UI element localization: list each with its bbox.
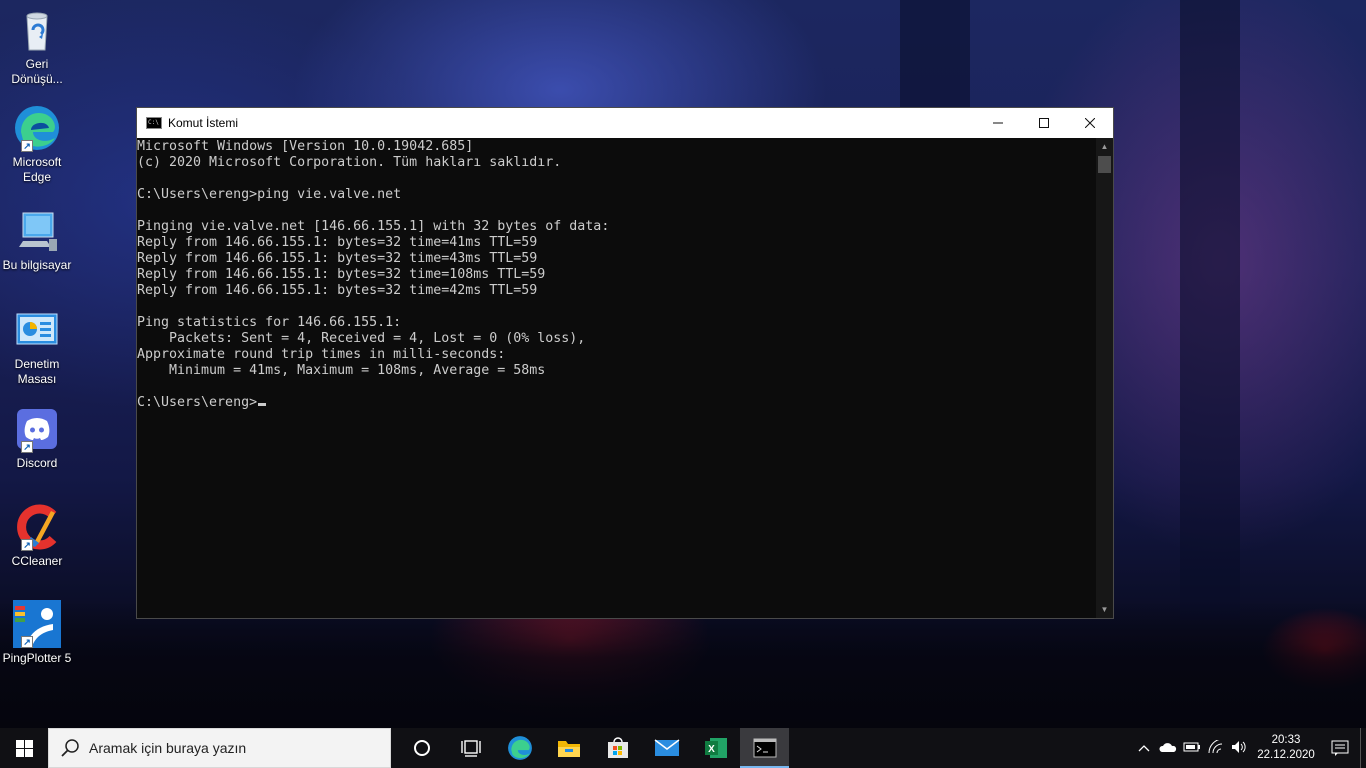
task-view-button[interactable]	[446, 728, 495, 768]
vertical-scrollbar[interactable]: ▲ ▼	[1096, 138, 1113, 618]
shortcut-arrow-icon: ↗	[21, 441, 33, 453]
taskbar-edge[interactable]	[495, 728, 544, 768]
console-line: Reply from 146.66.155.1: bytes=32 time=1…	[137, 267, 546, 282]
taskbar: Aramak için buraya yazın X 20:33 22.12.2…	[0, 728, 1366, 768]
desktop-icon-label: CCleaner	[11, 554, 63, 568]
maximize-button[interactable]	[1021, 108, 1067, 138]
clock-time: 20:33	[1271, 734, 1301, 746]
taskbar-file-explorer[interactable]	[544, 728, 593, 768]
desktop-icon-this-pc[interactable]: Bu bilgisayar	[2, 207, 72, 273]
notification-icon	[1331, 740, 1349, 756]
minimize-icon	[993, 122, 1003, 124]
chevron-up-icon[interactable]	[1132, 741, 1156, 755]
console-line: Ping statistics for 146.66.155.1:	[137, 315, 402, 330]
cortana-icon	[413, 740, 430, 756]
window-titlebar[interactable]: C:\ Komut İstemi	[137, 108, 1113, 138]
console-line: Minimum = 41ms, Maximum = 108ms, Average…	[137, 363, 546, 378]
close-icon	[1085, 118, 1095, 128]
ccleaner-icon: ↗	[13, 503, 61, 551]
shortcut-arrow-icon: ↗	[21, 140, 33, 152]
console-line: Pinging vie.valve.net [146.66.155.1] wit…	[137, 219, 610, 234]
search-input[interactable]: Aramak için buraya yazın	[48, 728, 391, 768]
desktop-icon-label: Discord	[16, 456, 58, 470]
text-cursor	[258, 403, 267, 406]
clock[interactable]: 20:33 22.12.2020	[1252, 733, 1320, 763]
console-line: Microsoft Windows [Version 10.0.19042.68…	[137, 139, 474, 154]
desktop-icon-label: PingPlotter 5	[2, 651, 72, 665]
start-button[interactable]	[0, 728, 48, 768]
control-panel-icon	[13, 306, 61, 354]
minimize-button[interactable]	[975, 108, 1021, 138]
desktop-icon-pingplotter[interactable]: ↗ PingPlotter 5	[2, 600, 72, 666]
cmd-window-icon: C:\	[146, 117, 162, 129]
recycle-bin-icon	[13, 6, 61, 54]
search-icon	[61, 738, 81, 758]
desktop-icon-label: Geri Dönüşü...	[11, 57, 63, 86]
desktop-icon-discord[interactable]: ↗ Discord	[2, 405, 72, 471]
clock-date: 22.12.2020	[1257, 749, 1315, 761]
console-line: Packets: Sent = 4, Received = 4, Lost = …	[137, 331, 586, 346]
notifications-button[interactable]	[1320, 740, 1360, 756]
search-placeholder: Aramak için buraya yazın	[89, 740, 247, 756]
desktop-icon-label: Denetim Masası	[14, 357, 60, 386]
file-explorer-icon	[557, 741, 580, 757]
desktop-icon-control-panel[interactable]: Denetim Masası	[2, 306, 72, 387]
taskbar-mail[interactable]	[642, 728, 691, 768]
desktop-icon-edge[interactable]: ↗ Microsoft Edge	[2, 104, 72, 185]
console-line: Approximate round trip times in milli-se…	[137, 347, 506, 362]
console-line: Reply from 146.66.155.1: bytes=32 time=4…	[137, 251, 538, 266]
prompt-text: C:\Users\ereng>	[137, 395, 258, 410]
taskbar-cmd[interactable]	[740, 728, 789, 768]
battery-icon[interactable]	[1180, 741, 1204, 756]
desktop-icon-recycle-bin[interactable]: Geri Dönüşü...	[2, 6, 72, 87]
console-output[interactable]: Microsoft Windows [Version 10.0.19042.68…	[137, 138, 1096, 618]
wallpaper-shape	[1180, 0, 1240, 620]
console-line: Reply from 146.66.155.1: bytes=32 time=4…	[137, 235, 538, 250]
maximize-icon	[1039, 118, 1049, 128]
excel-icon: X	[704, 738, 727, 758]
onedrive-icon[interactable]	[1156, 741, 1180, 756]
close-button[interactable]	[1067, 108, 1113, 138]
taskbar-store[interactable]	[593, 728, 642, 768]
windows-logo-icon	[15, 739, 33, 757]
console-line: Reply from 146.66.155.1: bytes=32 time=4…	[137, 283, 538, 298]
edge-icon: ↗	[13, 104, 61, 152]
pingplotter-icon: ↗	[13, 600, 61, 648]
edge-icon	[507, 736, 532, 760]
show-desktop-button[interactable]	[1360, 728, 1366, 768]
cortana-button[interactable]	[397, 728, 446, 768]
scrollbar-thumb[interactable]	[1098, 156, 1111, 173]
console-line: (c) 2020 Microsoft Corporation. Tüm hakl…	[137, 155, 562, 170]
scroll-up-icon[interactable]: ▲	[1096, 138, 1113, 155]
computer-icon	[13, 207, 61, 255]
window-title: Komut İstemi	[168, 116, 239, 130]
wifi-icon[interactable]	[1204, 738, 1228, 757]
console-prompt[interactable]: C:\Users\ereng>	[137, 395, 1096, 411]
svg-text:X: X	[708, 744, 715, 755]
volume-icon[interactable]	[1228, 740, 1252, 757]
shortcut-arrow-icon: ↗	[21, 539, 33, 551]
desktop-icon-label: Microsoft Edge	[12, 155, 62, 184]
store-icon	[607, 737, 628, 758]
cmd-icon	[753, 738, 776, 758]
taskbar-excel[interactable]: X	[691, 728, 740, 768]
scroll-down-icon[interactable]: ▼	[1096, 601, 1113, 618]
task-view-icon	[460, 740, 481, 757]
cmd-window[interactable]: C:\ Komut İstemi Microsoft Windows [Vers…	[136, 107, 1114, 619]
wallpaper-crowd	[0, 600, 1366, 728]
desktop-icon-label: Bu bilgisayar	[2, 258, 72, 272]
desktop-icon-ccleaner[interactable]: ↗ CCleaner	[2, 503, 72, 569]
mail-icon	[654, 739, 679, 756]
discord-icon: ↗	[13, 405, 61, 453]
shortcut-arrow-icon: ↗	[21, 636, 33, 648]
system-tray: 20:33 22.12.2020	[1132, 728, 1366, 768]
console-line: C:\Users\ereng>ping vie.valve.net	[137, 187, 402, 202]
